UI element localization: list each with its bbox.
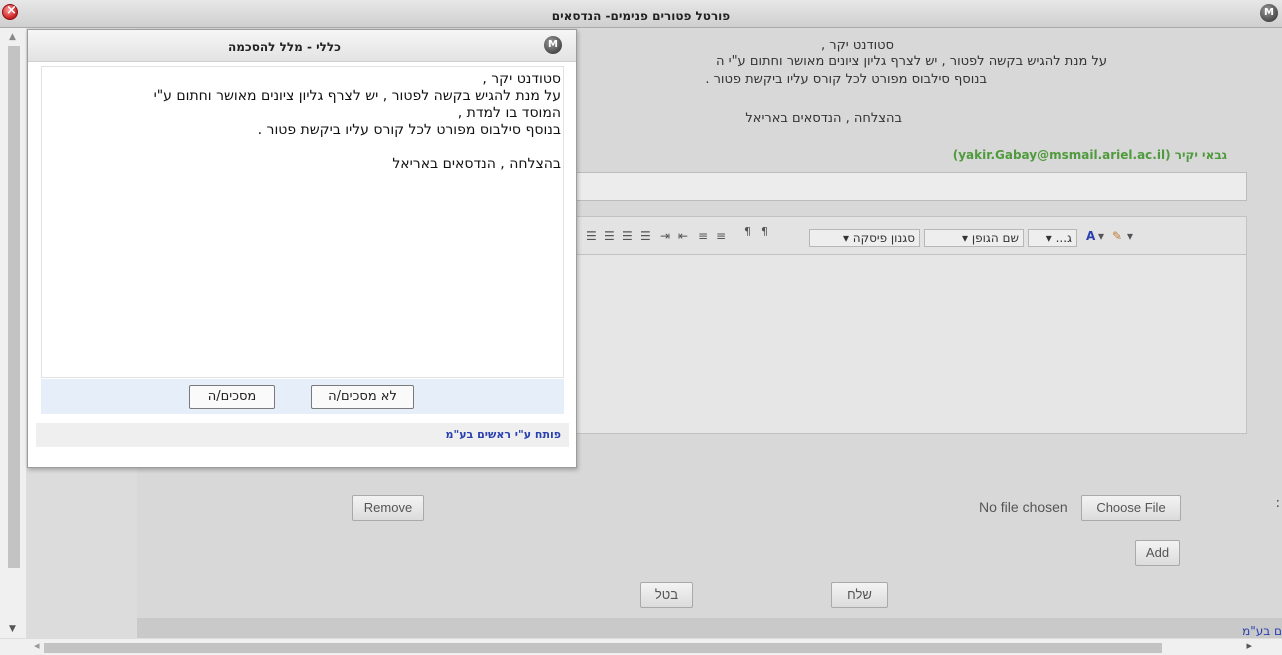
font-color-dropdown-icon[interactable]: ▾ — [1098, 229, 1104, 243]
scroll-left-icon[interactable]: ◂ — [34, 639, 40, 652]
dialog-footer: פותח ע"י ראשים בע"מ — [36, 423, 569, 447]
outdent-icon[interactable]: ⇤ — [678, 229, 688, 243]
msg-closing: בהצלחה , הנדסאים באריאל — [392, 156, 561, 172]
developer-credit: פותח ע"י ראשים בע"מ — [445, 428, 561, 441]
send-button[interactable]: שלח — [831, 582, 888, 608]
msg-line3: בנוסף סילבוס מפורט לכל קורס עליו ביקשת פ… — [257, 122, 561, 138]
ltr-direction-icon[interactable]: ¶ — [744, 225, 751, 238]
contact-person: גבאי יקיר (yakir.Gabay@msmail.ariel.ac.i… — [952, 148, 1227, 162]
bullet-list-icon[interactable]: ≡ — [716, 229, 726, 243]
remove-file-button[interactable]: Remove — [352, 495, 424, 521]
dialog-actions: לא מסכים/ה מסכים/ה — [41, 379, 564, 414]
bg-closing: בהצלחה , הנדסאים באריאל — [745, 111, 902, 126]
scroll-up-icon[interactable]: ▲ — [9, 32, 16, 42]
window-title: פורטל פטורים פנימים- הנדסאים — [551, 9, 731, 23]
background-color-icon[interactable]: ✎ — [1112, 229, 1122, 243]
vertical-scrollbar[interactable]: ▲ ▼ — [0, 28, 27, 638]
bg-greeting: סטודנט יקר , — [820, 38, 894, 53]
agreement-dialog: כללי - מלל להסכמה M סטודנט יקר , על מנת … — [27, 29, 577, 468]
font-color-icon[interactable]: A — [1086, 229, 1095, 243]
align-right-icon[interactable]: ☰ — [622, 229, 633, 243]
align-left-icon[interactable]: ☰ — [586, 229, 597, 243]
scroll-down-icon[interactable]: ▼ — [9, 624, 16, 634]
scroll-right-icon[interactable]: ▸ — [1246, 639, 1252, 652]
window-titlebar: פורטל פטורים פנימים- הנדסאים M — [0, 0, 1282, 28]
font-name-select[interactable]: שם הגופן ▾ — [924, 229, 1024, 247]
align-justify-icon[interactable]: ☰ — [640, 229, 651, 243]
vertical-scroll-thumb[interactable] — [8, 46, 20, 568]
numbered-list-icon[interactable]: ≡ — [698, 229, 708, 243]
msg-line1: על מנת להגיש בקשה לפטור , יש לצרף גליון … — [153, 88, 561, 104]
editor-toolbar: ☰ ☰ ☰ ☰ ⇥ ⇤ ≡ ≡ ¶ ¶ סגנון פיסקה ▾ שם הגו… — [576, 217, 1246, 255]
footer-credit-link[interactable]: ם בע"מ — [1242, 624, 1282, 638]
choose-file-button[interactable]: Choose File — [1081, 495, 1181, 521]
bg-line1: על מנת להגיש בקשה לפטור , יש לצרף גליון … — [716, 54, 1107, 69]
disagree-button[interactable]: לא מסכים/ה — [311, 385, 414, 409]
msg-line2: המוסד בו למדת , — [457, 105, 561, 121]
dialog-header: כללי - מלל להסכמה M — [28, 30, 576, 62]
dialog-logo-icon: M — [544, 36, 562, 54]
agree-button[interactable]: מסכים/ה — [189, 385, 275, 409]
add-file-button[interactable]: Add — [1135, 540, 1180, 566]
horizontal-scrollbar[interactable]: ◂ ▸ — [0, 638, 1282, 655]
app-logo-icon: M — [1260, 4, 1278, 22]
subject-input[interactable] — [575, 172, 1247, 201]
editor-content-area[interactable] — [576, 255, 1246, 433]
dialog-message-box: סטודנט יקר , על מנת להגיש בקשה לפטור , י… — [41, 66, 564, 378]
horizontal-scroll-thumb[interactable] — [44, 643, 1162, 653]
align-center-icon[interactable]: ☰ — [604, 229, 615, 243]
cancel-button[interactable]: בטל — [640, 582, 693, 608]
paragraph-style-select[interactable]: סגנון פיסקה ▾ — [809, 229, 920, 247]
agreement-text: סטודנט יקר , על מנת להגיש בקשה לפטור , י… — [42, 67, 563, 173]
dialog-title: כללי - מלל להסכמה — [228, 40, 341, 54]
file-status-label: No file chosen — [979, 499, 1068, 515]
page-footer-bar — [137, 618, 1282, 638]
msg-greeting: סטודנט יקר , — [482, 71, 561, 87]
font-size-select[interactable]: ג... ▾ — [1028, 229, 1077, 247]
bg-line2: בנוסף סילבוס מפורט לכל קורס עליו ביקשת פ… — [705, 72, 987, 87]
indent-icon[interactable]: ⇥ — [660, 229, 670, 243]
rich-text-editor[interactable]: ☰ ☰ ☰ ☰ ⇥ ⇤ ≡ ≡ ¶ ¶ סגנון פיסקה ▾ שם הגו… — [575, 216, 1247, 434]
field-label-colon: : — [1275, 496, 1280, 511]
background-color-dropdown-icon[interactable]: ▾ — [1127, 229, 1133, 243]
rtl-direction-icon[interactable]: ¶ — [761, 225, 768, 238]
